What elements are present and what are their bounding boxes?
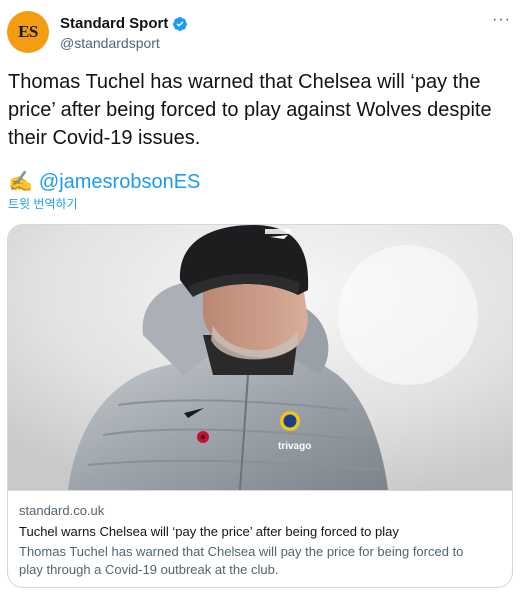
mention-link[interactable]: @jamesrobsonES xyxy=(39,168,200,196)
tweet-text: Thomas Tuchel has warned that Chelsea wi… xyxy=(8,71,492,149)
mention-line: ✍️ @jamesrobsonES xyxy=(8,168,200,196)
translate-tweet-link[interactable]: 트윗 번역하기 xyxy=(8,195,78,212)
more-options-icon[interactable]: ··· xyxy=(492,12,511,28)
card-domain: standard.co.uk xyxy=(19,503,105,518)
card-meta[interactable]: standard.co.uk Tuchel warns Chelsea will… xyxy=(8,490,512,587)
tweet: ES Standard Sport @standardsport ··· Tho… xyxy=(0,0,521,596)
author-handle[interactable]: @standardsport xyxy=(60,35,160,51)
card-description: Thomas Tuchel has warned that Chelsea wi… xyxy=(19,544,464,577)
author-name-row[interactable]: Standard Sport xyxy=(60,15,188,32)
verified-badge-icon xyxy=(172,16,188,32)
display-name[interactable]: Standard Sport xyxy=(60,15,168,32)
avatar-text: ES xyxy=(18,22,38,41)
svg-text:trivago: trivago xyxy=(278,441,311,452)
card-title: Tuchel warns Chelsea will ‘pay the price… xyxy=(19,524,399,539)
card-image[interactable]: trivago xyxy=(8,225,512,490)
link-preview-card[interactable]: trivago standard.co.uk Tuchel warns Chel… xyxy=(7,224,513,588)
writing-hand-icon: ✍️ xyxy=(8,171,33,193)
avatar[interactable]: ES xyxy=(7,11,49,53)
